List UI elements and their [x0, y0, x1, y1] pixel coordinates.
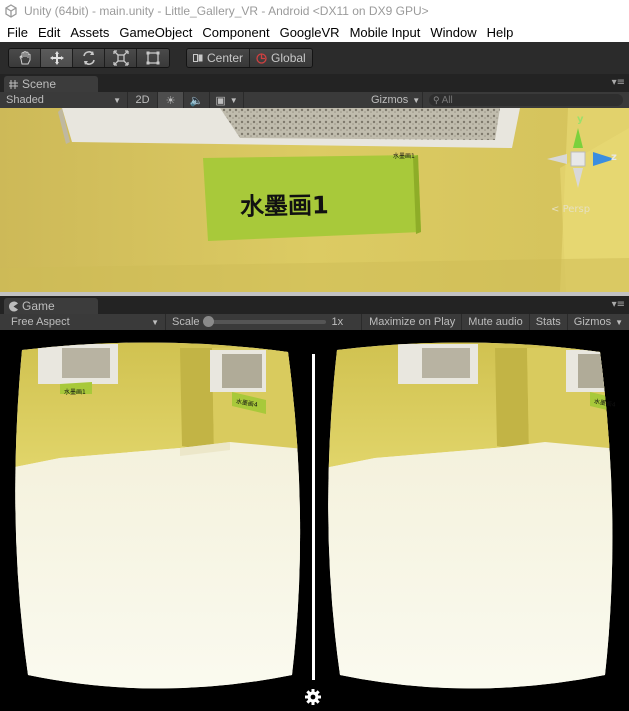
title-bar: Unity (64bit) - main.unity - Little_Gall…: [0, 0, 629, 22]
scale-value: 1x: [331, 316, 344, 328]
aspect-label: Free Aspect: [11, 316, 70, 328]
pivot-global-label: Global: [271, 51, 306, 65]
aspect-dropdown[interactable]: Free Aspect ▼: [0, 314, 166, 330]
menu-bar: File Edit Assets GameObject Component Go…: [0, 22, 629, 42]
vr-settings-gear-icon[interactable]: [304, 688, 322, 706]
scale-label: Scale: [172, 316, 200, 328]
pivot-center-button[interactable]: Center: [187, 49, 251, 67]
chevron-down-icon: ▼: [113, 95, 121, 105]
search-icon: ⚲: [433, 94, 440, 105]
menu-gameobject[interactable]: GameObject: [114, 25, 197, 40]
pivot-center-icon: [193, 54, 203, 62]
tab-game[interactable]: Game: [4, 298, 98, 314]
menu-edit[interactable]: Edit: [33, 25, 65, 40]
tab-scene-label: Scene: [22, 77, 57, 91]
rotate-icon: [82, 51, 95, 65]
menu-assets[interactable]: Assets: [65, 25, 114, 40]
scene-viewport[interactable]: 水墨画1 水墨画1 y z < Persp: [0, 108, 629, 292]
scene-tab-strip: Scene ▾≡: [0, 74, 629, 92]
scale-slider-thumb[interactable]: [202, 316, 214, 327]
tab-game-label: Game: [22, 299, 55, 313]
game-gizmos-label: Gizmos: [573, 316, 612, 328]
transform-tools: [8, 48, 170, 68]
scene-audio-button[interactable]: 🔈: [184, 92, 210, 108]
menu-window[interactable]: Window: [425, 25, 481, 40]
move-tool-button[interactable]: [41, 49, 73, 67]
mute-label: Mute audio: [468, 316, 523, 328]
menu-help[interactable]: Help: [482, 25, 519, 40]
rotate-tool-button[interactable]: [73, 49, 105, 67]
hand-tool-button[interactable]: [9, 49, 41, 67]
rect-tool-button[interactable]: [137, 49, 169, 67]
scene-search-input[interactable]: ⚲ All: [429, 94, 623, 106]
sun-icon: ☀: [165, 94, 176, 107]
maximize-on-play-toggle[interactable]: Maximize on Play: [363, 314, 463, 330]
gizmo-z-label: z: [611, 152, 617, 163]
scene-lighting-button[interactable]: ☀: [158, 92, 184, 108]
chevron-down-icon: ▼: [151, 317, 159, 327]
scale-control: Scale 1x: [166, 314, 362, 330]
scene-orientation-gizmo[interactable]: y z < Persp: [543, 114, 623, 215]
gizmo-y-label: y: [577, 114, 584, 125]
shading-label: Shaded: [6, 94, 44, 106]
pivot-global-button[interactable]: Global: [250, 49, 312, 67]
shading-dropdown[interactable]: Shaded ▼: [0, 92, 128, 108]
game-toolbar: Free Aspect ▼ Scale 1x Maximize on Play …: [0, 314, 629, 330]
main-toolbar: Center Global: [0, 42, 629, 74]
menu-mobile-input[interactable]: Mobile Input: [345, 25, 426, 40]
mode-2d-label: 2D: [135, 94, 150, 106]
game-gizmos-dropdown[interactable]: Gizmos ▼: [568, 314, 629, 330]
vr-eye-divider: [312, 354, 315, 680]
game-panel-menu-icon[interactable]: ▾≡: [612, 299, 625, 310]
scene-hash-icon: [9, 79, 18, 89]
chevron-down-icon: ▼: [412, 95, 421, 105]
hand-icon: [18, 50, 30, 65]
mode-2d-button[interactable]: 2D: [128, 92, 158, 108]
left-eye-sign-a: 水墨画1: [64, 389, 86, 396]
scene-gizmos-label: Gizmos: [371, 94, 409, 106]
chevron-down-icon: ▼: [615, 317, 623, 327]
scene-panel-menu-icon[interactable]: ▾≡: [612, 77, 625, 88]
pivot-center-label: Center: [207, 51, 244, 65]
stats-toggle[interactable]: Stats: [530, 314, 568, 330]
menu-googlevr[interactable]: GoogleVR: [275, 25, 345, 40]
unity-logo-icon: [5, 4, 17, 18]
scene-effects-dropdown[interactable]: ▣ ▼: [210, 92, 244, 108]
persp-text: Persp: [562, 204, 591, 215]
pacman-game-icon: [9, 301, 18, 311]
pivot-controls: Center Global: [186, 48, 313, 68]
scale-tool-button[interactable]: [105, 49, 137, 67]
mute-audio-toggle[interactable]: Mute audio: [462, 314, 530, 330]
window-title: Unity (64bit) - main.unity - Little_Gall…: [24, 4, 429, 18]
menu-component[interactable]: Component: [197, 25, 274, 40]
scene-toolbar: Shaded ▼ 2D ☀ 🔈 ▣ ▼ Gizmos ▼ ⚲ All: [0, 92, 629, 108]
rect-transform-icon: [146, 51, 160, 65]
global-icon: [256, 52, 267, 64]
scale-slider[interactable]: [202, 316, 326, 327]
scene-sign-small-text: 水墨画1: [393, 153, 415, 160]
scale-icon: [112, 50, 129, 66]
scene-sign-text: 水墨画1: [239, 191, 329, 221]
menu-file[interactable]: File: [2, 25, 33, 40]
move-arrows-icon: [49, 51, 64, 65]
stats-label: Stats: [535, 316, 561, 328]
persp-label: < Persp: [551, 204, 591, 215]
maximize-label: Maximize on Play: [369, 316, 456, 328]
game-tab-strip: Game ▾≡: [0, 296, 629, 314]
speaker-icon: 🔈: [189, 94, 204, 107]
scene-gizmos-dropdown[interactable]: Gizmos ▼: [365, 92, 423, 108]
image-icon: ▣: [215, 94, 226, 107]
chevron-down-icon: ▼: [229, 95, 238, 105]
scene-search-placeholder: All: [441, 94, 453, 106]
tab-scene[interactable]: Scene: [4, 76, 98, 92]
